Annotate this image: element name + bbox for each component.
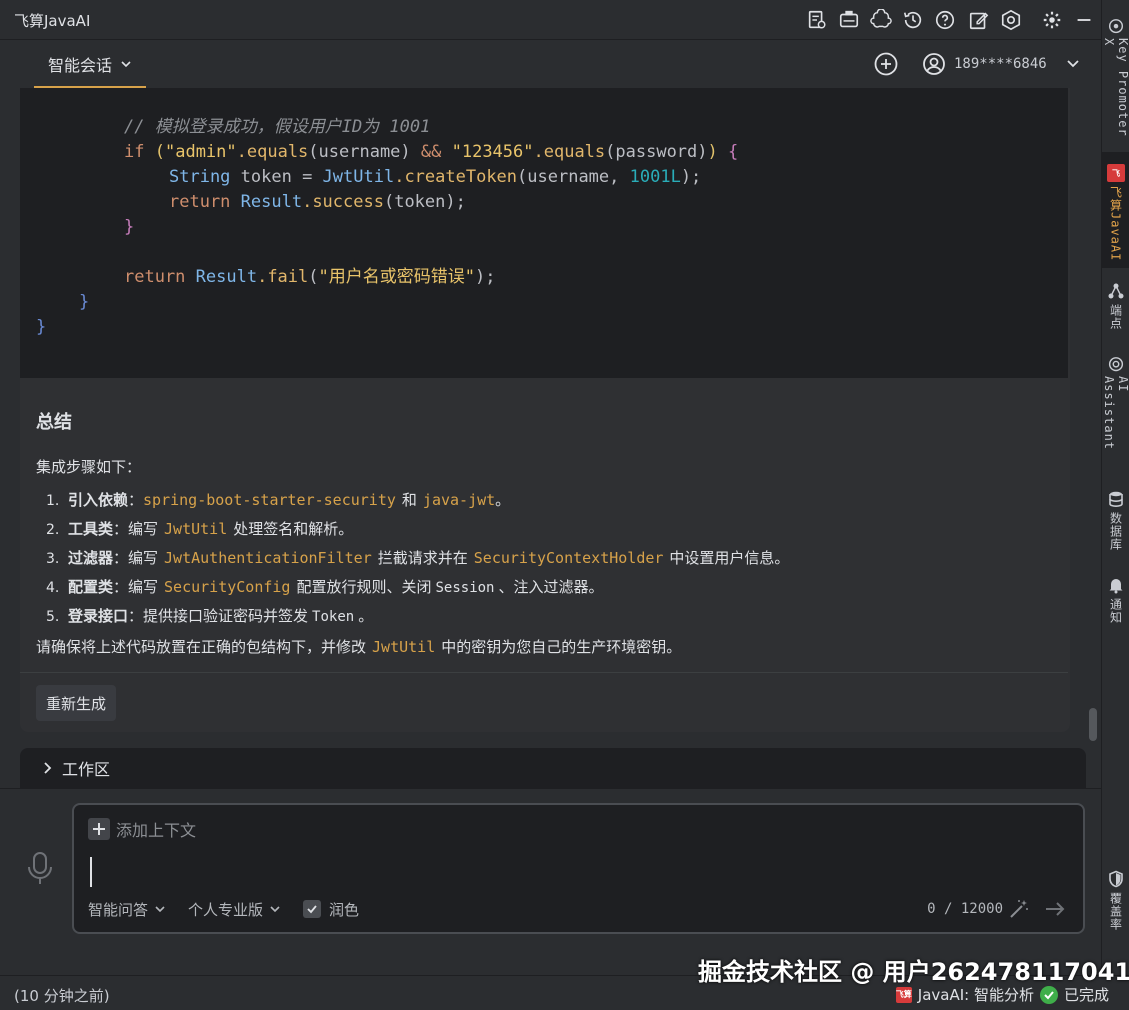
code-line: String token = JwtUtil.createToken(usern… [169, 167, 702, 187]
chevron-down-icon [270, 906, 280, 913]
sidebar-item-database[interactable]: 数据库 [1102, 490, 1129, 554]
code-line: // 模拟登录成功，假设用户ID为 1001 [124, 117, 431, 137]
summary-outro: 请确保将上述代码放置在正确的包结构下，并修改 JwtUtil 中的密钥为您自己的生产… [36, 638, 682, 656]
key-promoter-icon [1108, 19, 1124, 34]
user-phone: 189****6846 [954, 56, 1047, 72]
magic-wand-button[interactable] [1007, 897, 1031, 921]
list-item: 1. 引入依赖： spring-boot-starter-security 和 java… [46, 491, 511, 509]
input-toolbar: 智能问答 个人专业版 润色 0 / 12000 [88, 895, 1073, 923]
check-circle-icon [1039, 985, 1058, 1004]
sidebar-item-feisuan-javaai[interactable]: 飞 飞算JavaAI [1102, 152, 1129, 268]
voice-input-button[interactable] [24, 849, 56, 889]
regenerate-button[interactable]: 重新生成 [36, 685, 117, 721]
status-timestamp: (10 分钟之前) [14, 987, 110, 1005]
new-chat-button[interactable] [872, 50, 900, 78]
task-status[interactable]: 飞算 JavaAI: 智能分析 已完成 [895, 984, 1109, 1005]
code-line: } [79, 292, 90, 312]
help-icon[interactable] [933, 8, 957, 32]
char-counter: 0 / 12000 [927, 901, 1003, 917]
chat-input-box: 添加上下文 智能问答 个人专业版 润色 0 / 12000 [72, 803, 1085, 934]
right-tool-strip: Key Promoter X 飞 飞算JavaAI 端点 AI Assistan… [1101, 0, 1129, 975]
code-line: return Result.fail("用户名或密码错误"); [124, 267, 496, 287]
endpoints-icon [1108, 283, 1124, 299]
feisuan-logo-icon: 飞算 [895, 986, 912, 1003]
summary-title: 总结 [36, 412, 72, 433]
sidebar-item-ai-assistant[interactable]: AI Assistant [1102, 356, 1129, 466]
code-line: if ("admin".equals(username) && "123456"… [124, 142, 739, 162]
code-line: return Result.success(token); [169, 192, 466, 212]
polish-label: 润色 [329, 900, 360, 919]
workspace-label: 工作区 [62, 760, 111, 779]
bell-icon [1109, 579, 1123, 594]
microphone-icon [28, 852, 52, 884]
edition-label: 个人专业版 [188, 900, 264, 919]
arrow-right-icon [1046, 902, 1065, 916]
code-line: } [36, 317, 47, 337]
text-caret [90, 857, 92, 887]
chat-scroll-area[interactable]: // 模拟登录成功，假设用户ID为 1001 if ("admin".equal… [0, 88, 1101, 788]
summary-intro: 集成步骤如下： [36, 458, 142, 476]
workspace-toggle[interactable]: 工作区 [20, 748, 1086, 788]
plus-icon [88, 818, 110, 840]
chevron-down-icon [1067, 60, 1079, 68]
plugin-settings-icon[interactable] [999, 8, 1023, 32]
sidebar-item-key-promoter[interactable]: Key Promoter X [1102, 18, 1129, 142]
edit-icon[interactable] [967, 8, 991, 32]
document-settings-icon[interactable] [805, 8, 829, 32]
code-line: } [124, 217, 135, 237]
user-menu[interactable]: 189****6846 [922, 50, 1081, 78]
mode-dropdown[interactable]: 智能问答 [88, 899, 166, 920]
chevron-down-icon [121, 61, 131, 68]
mode-label: 智能问答 [88, 900, 149, 919]
tab-label: 智能会话 [48, 56, 113, 75]
polish-checkbox[interactable]: 润色 [303, 899, 359, 920]
sidebar-item-endpoints[interactable]: 端点 [1102, 282, 1129, 338]
tab-smart-chat[interactable]: 智能会话 [34, 40, 147, 88]
send-button[interactable] [1043, 897, 1067, 921]
input-zone: 添加上下文 智能问答 个人专业版 润色 0 / 12000 [0, 788, 1101, 946]
magic-wand-icon [1010, 900, 1028, 918]
database-icon [1109, 491, 1123, 508]
ai-assistant-icon [1108, 357, 1124, 372]
api-tool-icon[interactable] [837, 8, 861, 32]
add-context-label: 添加上下文 [116, 821, 197, 840]
brain-icon[interactable] [869, 8, 893, 32]
list-item: 3. 过滤器 ：编写 JwtAuthenticationFilter 拦截请求并在 Sec… [46, 549, 790, 567]
minimize-icon[interactable] [1072, 8, 1096, 32]
history-icon[interactable] [901, 8, 925, 32]
chat-input[interactable] [96, 861, 896, 885]
assistant-message-card: // 模拟登录成功，假设用户ID为 1001 if ("admin".equal… [20, 88, 1070, 732]
list-item: 5. 登录接口 ：提供接口验证密码并签发 Token。 [46, 607, 374, 625]
chevron-down-icon [155, 906, 165, 913]
feisuan-logo-icon: 飞 [1107, 164, 1125, 182]
chat-header: 智能会话 189****6846 [0, 40, 1101, 88]
gear-icon[interactable] [1040, 8, 1064, 32]
plus-circle-icon [874, 52, 898, 76]
code-block: // 模拟登录成功，假设用户ID为 1001 if ("admin".equal… [20, 88, 1068, 378]
divider [20, 672, 1068, 673]
add-context-button[interactable]: 添加上下文 [88, 817, 196, 841]
app-title: 飞算JavaAI [14, 12, 91, 30]
title-bar: 飞算JavaAI [0, 0, 1101, 40]
sidebar-item-coverage[interactable]: 覆盖率 [1102, 870, 1129, 940]
user-avatar-icon [923, 53, 945, 75]
scrollbar-thumb[interactable] [1089, 708, 1097, 741]
task-label: JavaAI: 智能分析 [917, 986, 1034, 1004]
edition-dropdown[interactable]: 个人专业版 [188, 899, 281, 920]
checkmark-icon [303, 900, 322, 918]
list-item: 2. 工具类 ：编写 JwtUtil 处理签名和解析。 [46, 520, 354, 538]
sidebar-item-notifications[interactable]: 通知 [1102, 576, 1129, 630]
watermark: 掘金技术社区 @ 用户262478117041 [698, 958, 1129, 986]
list-item: 4. 配置类 ：编写 SecurityConfig 配置放行规则、关闭 Session 、注… [46, 578, 604, 596]
shield-icon [1109, 870, 1123, 888]
done-label: 已完成 [1063, 986, 1109, 1004]
chevron-right-icon [44, 762, 52, 774]
